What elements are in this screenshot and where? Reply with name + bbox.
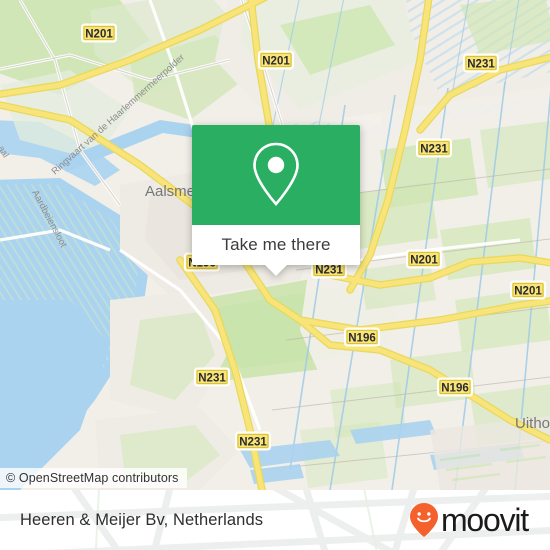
location-popup-card[interactable]: Take me there: [192, 125, 360, 276]
road-shield: N201: [510, 280, 546, 300]
road-shield-label: N196: [348, 332, 376, 344]
road-shield-label: N231: [467, 58, 495, 70]
road-shield: N231: [235, 431, 271, 451]
take-me-there-label: Take me there: [221, 235, 331, 254]
popup-icon-area: [192, 125, 360, 225]
road-shield: N201: [81, 23, 117, 43]
map-pin-icon: [253, 142, 299, 206]
road-shield: N201: [406, 249, 442, 269]
road-shield: N231: [416, 138, 452, 158]
road-shield-label: N201: [514, 285, 542, 297]
road-shield-label: N201: [85, 28, 113, 40]
moovit-map-screenshot: Ringvaart van de Haarlemmermeerpolder Aar…: [0, 0, 550, 550]
road-shield: N231: [194, 367, 230, 387]
road-shield: N196: [344, 327, 380, 347]
road-shield-label: N196: [441, 382, 469, 394]
city-label: Uitho: [515, 415, 550, 432]
moovit-wordmark: moovit: [440, 502, 529, 538]
popup-action-area[interactable]: Take me there: [192, 225, 360, 276]
moovit-brand[interactable]: moovit: [409, 502, 529, 538]
road-shield-label: N201: [262, 55, 290, 67]
road-shield: N196: [437, 377, 473, 397]
road-shield-label: N231: [315, 264, 343, 276]
road-shield: N231: [463, 53, 499, 73]
osm-attribution[interactable]: © OpenStreetMap contributors: [0, 468, 187, 488]
road-shield-label: N231: [420, 143, 448, 155]
road-shield: N201: [258, 50, 294, 70]
road-shield-label: N231: [198, 372, 226, 384]
place-name-title: Heeren & Meijer Bv, Netherlands: [20, 510, 264, 529]
road-shield-label: N231: [239, 436, 267, 448]
footer-bar: Heeren & Meijer Bv, Netherlands moovit: [0, 490, 550, 550]
moovit-pin-smile-icon: [409, 503, 438, 537]
road-shield-label: N201: [410, 254, 438, 266]
popup-tail: [265, 265, 287, 276]
